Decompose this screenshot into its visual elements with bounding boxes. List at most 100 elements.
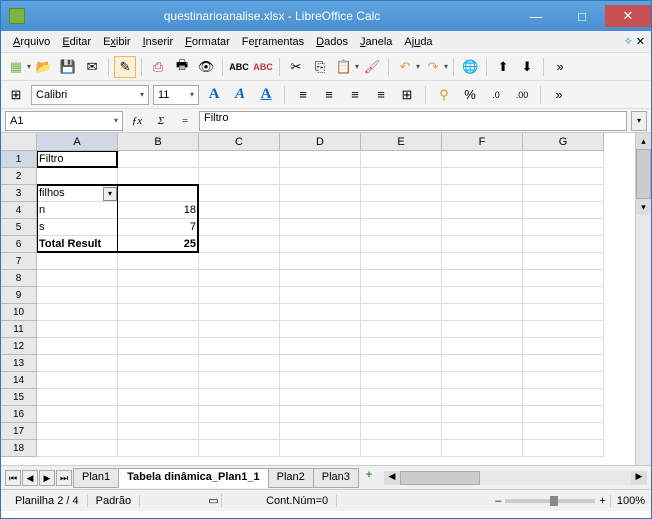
cell[interactable] <box>118 185 199 202</box>
cell[interactable] <box>199 355 280 372</box>
align-center-icon[interactable]: ≡ <box>318 84 340 106</box>
cell[interactable] <box>361 287 442 304</box>
zoom-out-icon[interactable]: – <box>495 495 501 507</box>
scroll-up-icon[interactable]: ▴ <box>636 133 651 149</box>
copy-icon[interactable]: ⎘ <box>309 56 331 78</box>
cell[interactable] <box>442 406 523 423</box>
cell[interactable] <box>280 304 361 321</box>
currency-icon[interactable]: ⚲ <box>433 84 455 106</box>
cell[interactable] <box>442 270 523 287</box>
row-header[interactable]: 8 <box>1 270 37 287</box>
cell[interactable] <box>199 253 280 270</box>
cell[interactable] <box>442 372 523 389</box>
zoom-value[interactable]: 100% <box>610 495 645 507</box>
close-button[interactable]: ✕ <box>605 5 651 27</box>
cell[interactable] <box>118 440 199 457</box>
row-header[interactable]: 10 <box>1 304 37 321</box>
paste-icon[interactable]: 📋 <box>333 56 355 78</box>
cell[interactable] <box>280 287 361 304</box>
status-insert-mode[interactable]: ▭ <box>200 494 222 507</box>
cell[interactable] <box>523 185 604 202</box>
cell[interactable] <box>442 219 523 236</box>
font-size-combo[interactable]: 11▾ <box>153 85 199 105</box>
row-header[interactable]: 12 <box>1 338 37 355</box>
menu-exibir[interactable]: Exibir <box>97 34 137 50</box>
cell[interactable] <box>280 406 361 423</box>
cell[interactable] <box>523 270 604 287</box>
cell[interactable] <box>523 389 604 406</box>
sheet-tab-pivot[interactable]: Tabela dinâmica_Plan1_1 <box>118 468 268 488</box>
cell[interactable] <box>442 202 523 219</box>
styles-icon[interactable]: ⊞ <box>5 84 27 106</box>
col-header-a[interactable]: A <box>37 133 118 151</box>
cell[interactable] <box>199 372 280 389</box>
cell[interactable] <box>280 321 361 338</box>
scroll-left-icon[interactable]: ◀ <box>384 471 400 485</box>
function-eq-icon[interactable]: = <box>175 111 195 131</box>
italic-icon[interactable]: A <box>229 84 251 106</box>
cell[interactable] <box>118 355 199 372</box>
cell[interactable] <box>199 423 280 440</box>
cell[interactable] <box>361 406 442 423</box>
col-header-c[interactable]: C <box>199 133 280 151</box>
zoom-slider[interactable] <box>505 499 595 503</box>
overflow2-icon[interactable]: » <box>548 84 570 106</box>
row-header[interactable]: 15 <box>1 389 37 406</box>
col-header-b[interactable]: B <box>118 133 199 151</box>
underline-icon[interactable]: A <box>255 84 277 106</box>
row-header[interactable]: 9 <box>1 287 37 304</box>
cell[interactable] <box>37 389 118 406</box>
cell[interactable] <box>442 253 523 270</box>
cell[interactable] <box>442 321 523 338</box>
cell-b5[interactable]: 7 <box>118 219 199 236</box>
overflow-icon[interactable]: » <box>549 56 571 78</box>
cell[interactable] <box>361 372 442 389</box>
status-sum[interactable]: Cont.Núm=0 <box>258 495 337 507</box>
paste-dropdown-icon[interactable]: ▾ <box>355 62 359 71</box>
cell-a4[interactable]: n <box>37 202 118 219</box>
cell[interactable] <box>118 287 199 304</box>
cell[interactable] <box>442 304 523 321</box>
cell[interactable] <box>37 253 118 270</box>
menu-dados[interactable]: Dados <box>310 34 354 50</box>
row-header[interactable]: 14 <box>1 372 37 389</box>
sort-asc-icon[interactable]: ⬆ <box>492 56 514 78</box>
cell[interactable] <box>442 236 523 253</box>
cell[interactable] <box>199 168 280 185</box>
align-justify-icon[interactable]: ≡ <box>370 84 392 106</box>
cell[interactable] <box>280 185 361 202</box>
cell[interactable] <box>37 355 118 372</box>
format-paint-icon[interactable]: 🖌 <box>361 56 383 78</box>
remove-decimal-icon[interactable]: .00 <box>511 84 533 106</box>
cut-icon[interactable]: ✂ <box>285 56 307 78</box>
cell[interactable] <box>280 440 361 457</box>
cell-a5[interactable]: s <box>37 219 118 236</box>
sheet-tab-plan3[interactable]: Plan3 <box>313 468 359 488</box>
edit-icon[interactable]: ✎ <box>114 56 136 78</box>
cell[interactable] <box>361 253 442 270</box>
cell[interactable] <box>118 270 199 287</box>
zoom-control[interactable]: – + 100% <box>495 495 645 507</box>
cell[interactable] <box>523 304 604 321</box>
cell[interactable] <box>361 355 442 372</box>
add-decimal-icon[interactable]: .0 <box>485 84 507 106</box>
menu-formatar[interactable]: Formatar <box>179 34 236 50</box>
align-left-icon[interactable]: ≡ <box>292 84 314 106</box>
cell[interactable] <box>199 304 280 321</box>
col-header-d[interactable]: D <box>280 133 361 151</box>
status-style[interactable]: Padrão <box>88 495 140 507</box>
align-right-icon[interactable]: ≡ <box>344 84 366 106</box>
row-header[interactable]: 18 <box>1 440 37 457</box>
horizontal-scrollbar[interactable]: ◀ ▶ <box>384 471 647 485</box>
cell[interactable] <box>37 270 118 287</box>
cell[interactable] <box>523 236 604 253</box>
cell[interactable] <box>37 440 118 457</box>
cell[interactable] <box>280 338 361 355</box>
cell[interactable] <box>37 321 118 338</box>
spellcheck-abc-icon[interactable]: ABC <box>228 56 250 78</box>
scroll-down-icon[interactable]: ▾ <box>636 199 651 215</box>
filter-dropdown-icon[interactable]: ▾ <box>103 187 117 201</box>
cell[interactable] <box>361 151 442 168</box>
cell[interactable] <box>199 236 280 253</box>
cell-b6[interactable]: 25 <box>118 236 199 253</box>
